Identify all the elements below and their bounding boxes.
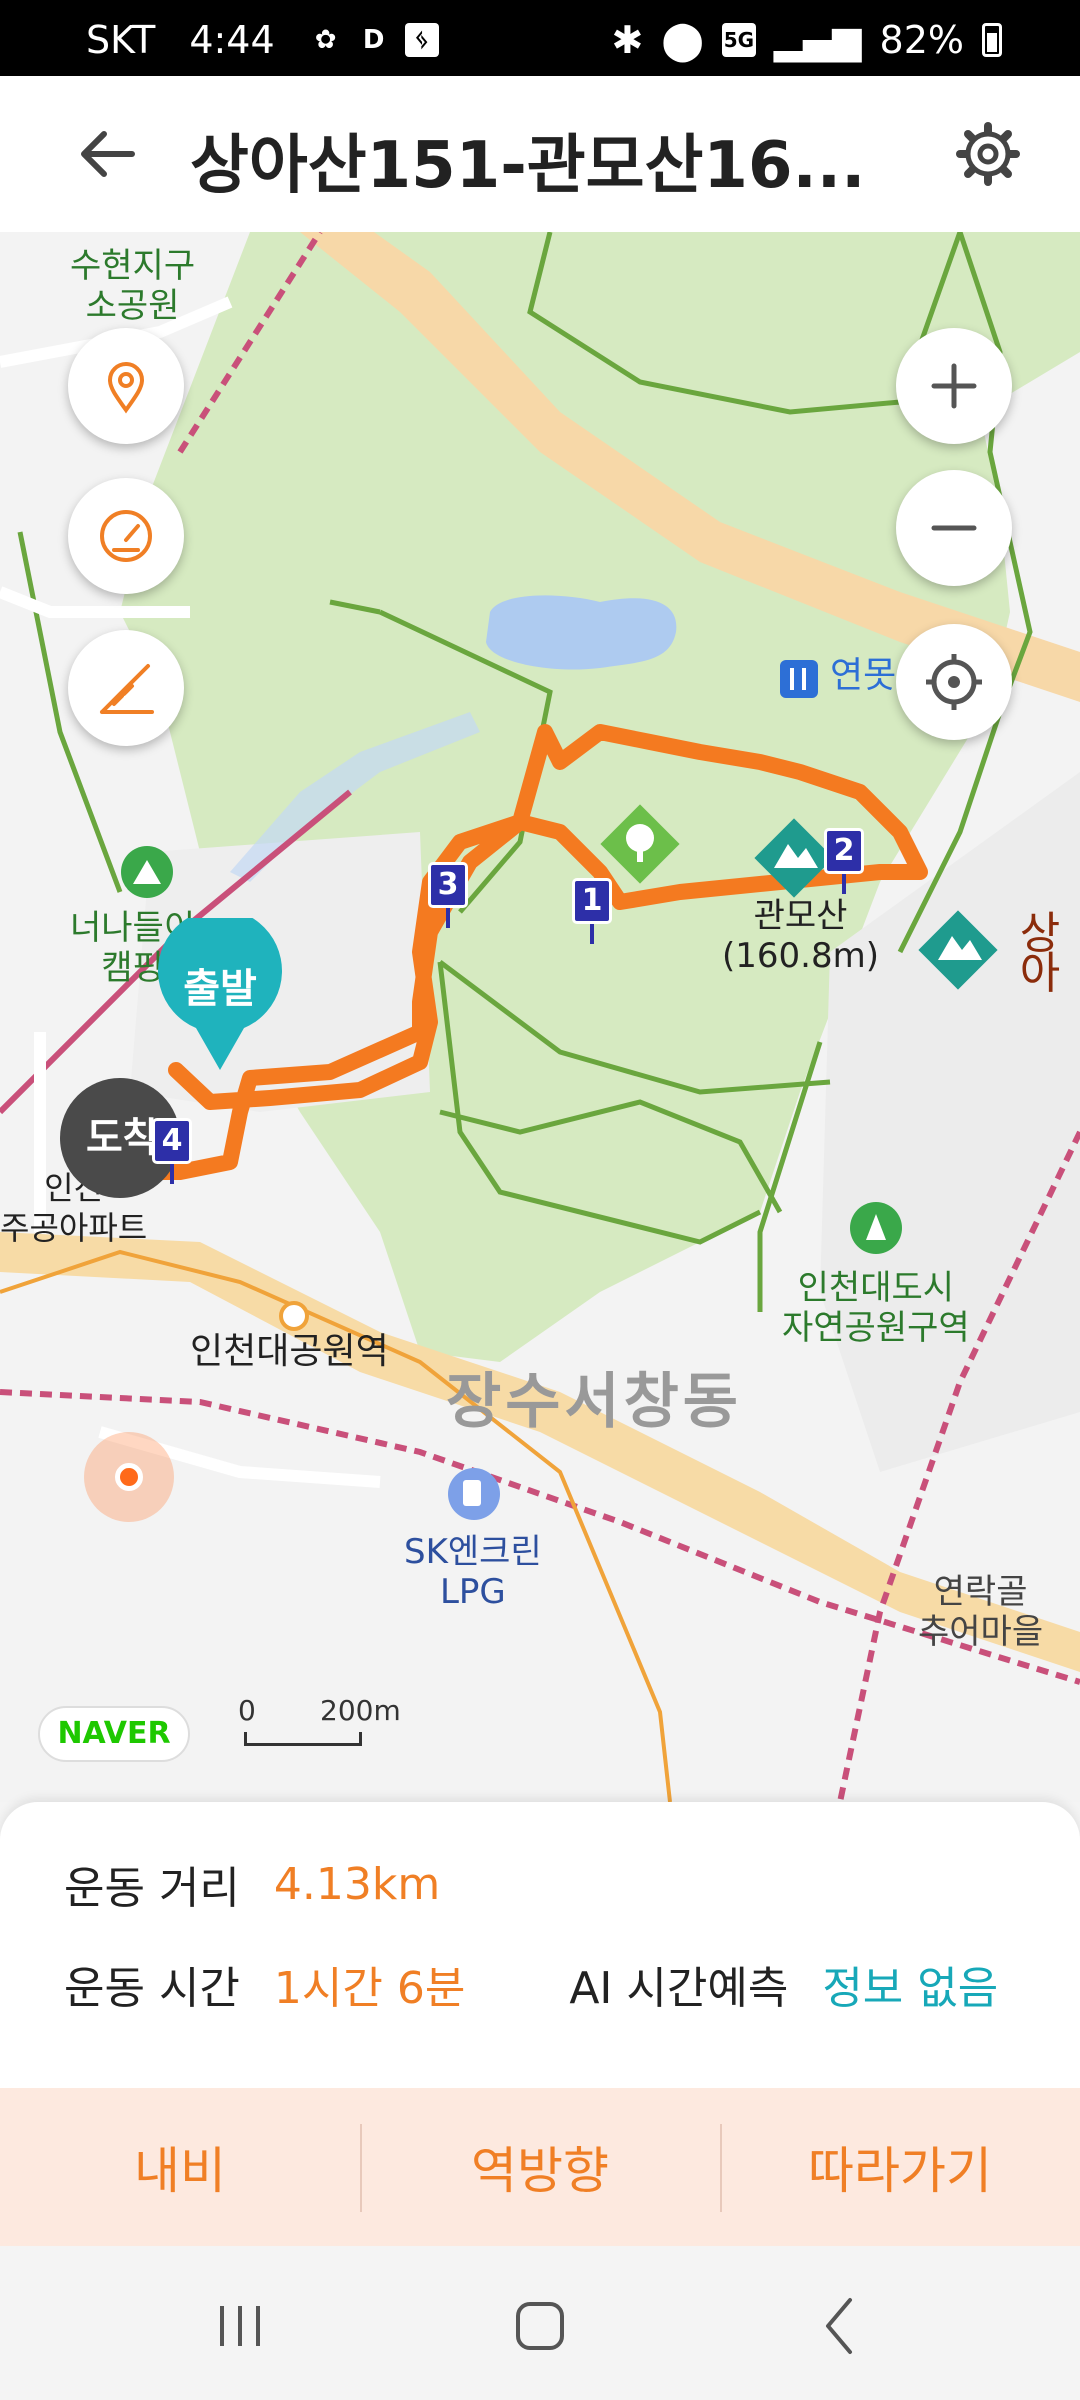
station-dot xyxy=(279,1301,309,1331)
my-location-button[interactable] xyxy=(896,624,1012,740)
ai-prediction-value: 정보 없음 xyxy=(822,1963,999,2014)
map-view[interactable]: 수현지구 소공원 연못 관모산 (160.8m) 상아 너나들이 캠핑 인천 주… xyxy=(0,232,1080,1802)
pond xyxy=(486,595,677,670)
clock: 4:44 xyxy=(189,18,275,62)
distance-value: 4.13km xyxy=(273,1858,441,1910)
signal-icon: ▂▄▆ xyxy=(773,18,862,62)
map-pin-icon xyxy=(107,362,145,414)
system-nav-bar xyxy=(0,2246,1080,2400)
bluetooth-icon: ✱ xyxy=(611,18,644,62)
waypoint-2[interactable]: 2 xyxy=(824,828,864,894)
minus-icon xyxy=(931,525,977,531)
start-marker[interactable]: 출발 xyxy=(156,908,284,1078)
scale-distance: 200m xyxy=(320,1694,401,1727)
settings-button[interactable] xyxy=(952,118,1024,190)
distance-row: 운동 거리 4.13km xyxy=(64,1852,440,1916)
app-header: 상아산151-관모산16... xyxy=(0,76,1080,232)
waypoint-4[interactable]: 4 xyxy=(152,1118,192,1184)
restaurant-icon xyxy=(780,660,818,698)
place-marker-button[interactable] xyxy=(68,328,184,444)
crosshair-icon xyxy=(926,654,982,710)
page-title: 상아산151-관모산16... xyxy=(190,129,866,203)
label-district: 장수서창동 xyxy=(446,1367,742,1437)
navi-button[interactable]: 내비 xyxy=(0,2088,360,2246)
time-row: 운동 시간 1시간 6분 AI 시간예측 정보 없음 xyxy=(64,1952,998,2016)
slope-icon xyxy=(100,664,154,714)
network-type-icon: 5G xyxy=(721,23,756,57)
battery-label: 82% xyxy=(879,18,964,62)
current-location-dot xyxy=(84,1432,174,1522)
gear-icon xyxy=(956,122,1020,186)
ai-prediction-label: AI 시간예측 xyxy=(569,1963,789,2014)
plus-icon xyxy=(931,363,977,409)
home-icon xyxy=(516,2302,564,2350)
recent-apps-button[interactable] xyxy=(200,2286,280,2366)
follow-button[interactable]: 따라가기 xyxy=(720,2088,1080,2246)
label-suhyeon-park: 수현지구 소공원 xyxy=(70,246,196,326)
location-icon: ⬤ xyxy=(661,18,704,62)
chevron-left-icon xyxy=(826,2298,852,2354)
time-label: 운동 시간 xyxy=(64,1963,240,2014)
time-value: 1시간 6분 xyxy=(273,1963,466,2014)
reverse-button[interactable]: 역방향 xyxy=(360,2088,720,2246)
distance-label: 운동 거리 xyxy=(64,1863,240,1914)
back-arrow-icon xyxy=(81,131,135,177)
label-nature-park: 인천대도시 자연공원구역 xyxy=(782,1268,970,1348)
speedometer-icon xyxy=(100,510,152,562)
route-info-panel: 운동 거리 4.13km 운동 시간 1시간 6분 AI 시간예측 정보 없음 xyxy=(0,1802,1080,2088)
map-scale: 0 200m xyxy=(238,1694,401,1754)
naver-logo: NAVER xyxy=(38,1706,190,1762)
zoom-out-button[interactable] xyxy=(896,470,1012,586)
fitness-icon: ✿ xyxy=(314,25,337,55)
back-button[interactable] xyxy=(72,118,144,190)
label-yeonrakgol: 연락골 추어마을 xyxy=(918,1572,1044,1652)
elevation-button[interactable] xyxy=(68,630,184,746)
d-app-icon: D xyxy=(362,25,385,55)
carrier-label: SKT xyxy=(86,18,156,62)
scale-zero: 0 xyxy=(238,1694,256,1727)
recent-apps-icon xyxy=(220,2306,260,2346)
home-button[interactable] xyxy=(500,2286,580,2366)
battery-icon xyxy=(982,23,1002,57)
label-gwanmosan: 관모산 (160.8m) xyxy=(722,896,879,976)
app-notification-icon: ᛃ xyxy=(404,23,439,57)
zoom-in-button[interactable] xyxy=(896,328,1012,444)
label-station: 인천대공원역 xyxy=(190,1331,389,1372)
waypoint-1[interactable]: 1 xyxy=(572,878,612,944)
start-marker-label: 출발 xyxy=(183,966,257,1012)
label-pond: 연못 xyxy=(830,655,897,696)
status-bar: SKT 4:44 ✿ D ᛃ ✱ ⬤ 5G ▂▄▆ 82% xyxy=(0,0,1080,76)
speed-button[interactable] xyxy=(68,478,184,594)
label-sanga: 상아 xyxy=(1019,908,1061,999)
action-bar: 내비 역방향 따라가기 xyxy=(0,2088,1080,2246)
waypoint-3[interactable]: 3 xyxy=(428,862,468,928)
scale-bar xyxy=(244,1732,362,1746)
nav-back-button[interactable] xyxy=(800,2286,880,2366)
label-sk-lpg: SK엔크린 LPG xyxy=(404,1532,542,1612)
